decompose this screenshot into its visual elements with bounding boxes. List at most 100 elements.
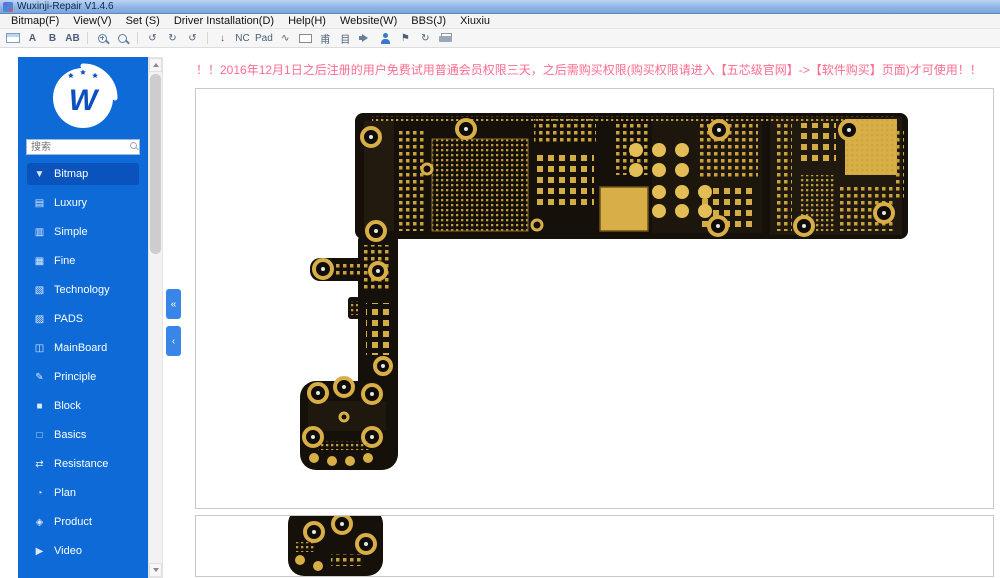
menu-xiuxiu[interactable]: Xiuxiu: [453, 15, 497, 27]
rectangle-tool-button[interactable]: [298, 31, 313, 46]
window-icon: [6, 33, 20, 43]
bitmap-icon: ▼: [33, 169, 46, 180]
printer-icon: [439, 33, 452, 43]
user-button[interactable]: [378, 31, 393, 46]
new-bitmap-button[interactable]: [5, 31, 20, 46]
menu-bar: Bitmap(F) View(V) Set (S) Driver Install…: [0, 14, 1000, 29]
flag-button[interactable]: ⚑: [398, 31, 413, 46]
fine-icon: ▦: [33, 256, 46, 267]
menu-bitmap[interactable]: Bitmap(F): [4, 15, 66, 27]
refresh-button[interactable]: ↻: [418, 31, 433, 46]
toolbar-separator: [207, 32, 208, 44]
zoom-out-icon: [118, 34, 127, 43]
char-fu-button[interactable]: 甫: [318, 31, 333, 46]
menu-driver-installation[interactable]: Driver Installation(D): [167, 15, 281, 27]
sidebar-item-block[interactable]: ■ Block: [27, 395, 139, 417]
sidebar-item-label: Luxury: [54, 197, 87, 209]
logo-image: W: [45, 60, 121, 136]
simple-icon: ▥: [33, 227, 46, 238]
sidebar-item-simple[interactable]: ▥ Simple: [27, 221, 139, 243]
svg-text:W: W: [69, 84, 100, 117]
sidebar-item-video[interactable]: ▶ Video: [27, 540, 139, 562]
label-ab-button[interactable]: AB: [65, 31, 80, 46]
sound-button[interactable]: [358, 31, 373, 46]
sidebar-item-label: Video: [54, 545, 82, 557]
triangle-up-icon: [153, 63, 159, 67]
technology-icon: ▧: [33, 285, 46, 296]
sidebar-search: [26, 139, 140, 155]
zoom-out-button[interactable]: [115, 31, 130, 46]
luxury-icon: ▤: [33, 198, 46, 209]
sidebar-item-label: Basics: [54, 429, 86, 441]
sidebar-item-label: Plan: [54, 487, 76, 499]
sidebar-item-mainboard[interactable]: ◫ MainBoard: [27, 337, 139, 359]
zoom-in-button[interactable]: [95, 31, 110, 46]
sidebar-item-bitmap[interactable]: ▼ Bitmap: [27, 163, 139, 185]
sidebar-item-label: Simple: [54, 226, 88, 238]
sidebar-item-basics[interactable]: □ Basics: [27, 424, 139, 446]
pcb-main-image: [196, 89, 993, 508]
sidebar-item-label: PADS: [54, 313, 83, 325]
sidebar-item-pads[interactable]: ▨ PADS: [27, 308, 139, 330]
char-mu-button[interactable]: 目: [338, 31, 353, 46]
sidebar-scrollbar[interactable]: [148, 57, 163, 578]
speaker-icon: [359, 33, 371, 43]
sidebar-item-fine[interactable]: ▦ Fine: [27, 250, 139, 272]
title-bar: Wuxinji-Repair V1.4.6: [0, 0, 1000, 14]
freehand-button[interactable]: ∿: [278, 31, 293, 46]
block-icon: ■: [33, 401, 46, 412]
video-icon: ▶: [33, 546, 46, 557]
menu-website[interactable]: Website(W): [333, 15, 404, 27]
rotate-left-button[interactable]: ↺: [145, 31, 160, 46]
sidebar-item-label: Block: [54, 400, 81, 412]
menu-help[interactable]: Help(H): [281, 15, 333, 27]
sidebar-item-label: Technology: [54, 284, 110, 296]
sidebar-item-label: MainBoard: [54, 342, 107, 354]
sidebar-item-luxury[interactable]: ▤ Luxury: [27, 192, 139, 214]
sidebar-item-label: Principle: [54, 371, 96, 383]
pcb-preview-image: [196, 516, 993, 576]
rotate-reset-button[interactable]: ↺: [185, 31, 200, 46]
menu-set[interactable]: Set (S): [119, 15, 167, 27]
scroll-down-button[interactable]: [149, 563, 162, 577]
rectangle-icon: [299, 34, 312, 43]
plan-icon: ◔: [33, 488, 46, 499]
download-button[interactable]: ↓: [215, 31, 230, 46]
nc-button[interactable]: NC: [235, 31, 250, 46]
sidebar-item-label: Resistance: [54, 458, 108, 470]
toolbar-separator: [87, 32, 88, 44]
toolbar-separator: [137, 32, 138, 44]
search-input[interactable]: [26, 139, 140, 155]
sidebar-item-product[interactable]: ◈ Product: [27, 511, 139, 533]
sidebar-item-principle[interactable]: ✎ Principle: [27, 366, 139, 388]
app-icon: [3, 2, 13, 12]
preview-panel[interactable]: [195, 515, 994, 577]
pad-button[interactable]: Pad: [255, 31, 273, 46]
sidebar-item-plan[interactable]: ◔ Plan: [27, 482, 139, 504]
print-button[interactable]: [438, 31, 453, 46]
zoom-in-icon: [98, 34, 107, 43]
menu-view[interactable]: View(V): [66, 15, 118, 27]
toolbar: A B AB ↺ ↻ ↺ ↓ NC Pad ∿ 甫 目 ⚑ ↻: [0, 29, 1000, 48]
notice-text: ！！2016年12月1日之后注册的用户免费试用普通会员权限三天，之后需购买权限(…: [196, 61, 996, 77]
collapse-sidebar-button[interactable]: «: [166, 289, 181, 319]
label-b-button[interactable]: B: [45, 31, 60, 46]
menu-bbs[interactable]: BBS(J): [404, 15, 453, 27]
triangle-down-icon: [153, 568, 159, 572]
main-canvas[interactable]: [195, 88, 994, 509]
sidebar: W ▼ Bitmap ▤ Luxury ▥ Simple ▦ Fine: [18, 57, 148, 578]
rotate-right-button[interactable]: ↻: [165, 31, 180, 46]
mainboard-icon: ◫: [33, 343, 46, 354]
principle-icon: ✎: [33, 372, 46, 383]
resistance-icon: ⇄: [33, 459, 46, 470]
product-icon: ◈: [33, 517, 46, 528]
sidebar-list: ▼ Bitmap ▤ Luxury ▥ Simple ▦ Fine ▧ Tech…: [18, 161, 148, 571]
sidebar-item-technology[interactable]: ▧ Technology: [27, 279, 139, 301]
label-a-button[interactable]: A: [25, 31, 40, 46]
basics-icon: □: [33, 430, 46, 441]
sidebar-item-resistance[interactable]: ⇄ Resistance: [27, 453, 139, 475]
scrollbar-thumb[interactable]: [150, 74, 161, 254]
pads-icon: ▨: [33, 314, 46, 325]
collapse-panel-button[interactable]: ‹: [166, 326, 181, 356]
scroll-up-button[interactable]: [149, 58, 162, 72]
